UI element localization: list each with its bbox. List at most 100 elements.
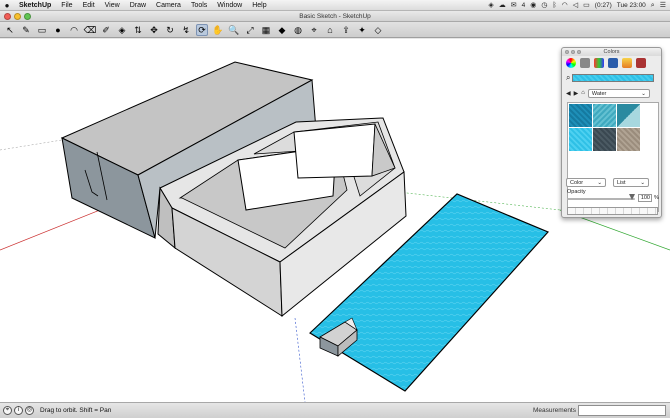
materials-icon[interactable] bbox=[636, 58, 646, 68]
apple-menu-icon[interactable]: ● bbox=[0, 1, 14, 10]
record-icon[interactable]: ◉ bbox=[530, 0, 536, 11]
window-titlebar: Basic Sketch - SketchUp bbox=[0, 11, 670, 22]
clock[interactable]: Tue 23:00 bbox=[617, 2, 646, 9]
material-tile[interactable] bbox=[617, 128, 640, 151]
status-hint: Drag to orbit. Shift = Pan bbox=[40, 407, 112, 414]
color-palettes-icon[interactable] bbox=[594, 58, 604, 68]
main-toolbar: ↖ ✎ ▭ ● ◠ ⌫ ✐ ◈ ⇅ ✥ ↻ ↯ ⟳ ✋ 🔍 ⤢ ▦ ◆ ◍ ⌖ ⌂ ⇪ ✦ ◇ bbox=[0, 22, 670, 38]
material-tile[interactable] bbox=[569, 104, 592, 127]
select-tool[interactable]: ↖ bbox=[4, 24, 16, 36]
menu-tools[interactable]: Tools bbox=[186, 0, 212, 11]
credits-icon[interactable]: i bbox=[14, 406, 23, 415]
window-title: Basic Sketch - SketchUp bbox=[299, 13, 371, 20]
panel-zoom-button[interactable] bbox=[577, 50, 581, 54]
material-tile[interactable] bbox=[593, 128, 616, 151]
pencil-tool[interactable]: ✎ bbox=[20, 24, 32, 36]
material-tile-selected[interactable] bbox=[569, 128, 592, 151]
battery-icon[interactable]: ▭ bbox=[583, 0, 590, 11]
user-icon[interactable]: ◎ bbox=[25, 406, 34, 415]
menu-edit[interactable]: Edit bbox=[78, 0, 100, 11]
opacity-field[interactable]: 100 bbox=[638, 194, 652, 202]
library-dropdown[interactable]: Water ⌄ bbox=[587, 88, 650, 98]
library-nav-row: ◀ ▶ ⌂ Water ⌄ bbox=[566, 88, 659, 98]
battery-time: (0:27) bbox=[594, 2, 612, 9]
time-machine-icon[interactable]: ◷ bbox=[541, 0, 547, 11]
wifi-icon[interactable]: ◠ bbox=[562, 0, 568, 11]
color-mode-tabs bbox=[562, 56, 661, 70]
menu-draw[interactable]: Draw bbox=[125, 0, 151, 11]
menu-file[interactable]: File bbox=[56, 0, 77, 11]
notification-center-icon[interactable]: ☰ bbox=[660, 0, 666, 11]
geo-location-icon[interactable]: ⌖ bbox=[3, 406, 12, 415]
dropbox-icon[interactable]: ◈ bbox=[488, 0, 493, 11]
panel-close-button[interactable] bbox=[565, 50, 569, 54]
zoom-tool[interactable]: 🔍 bbox=[228, 24, 240, 36]
circle-tool[interactable]: ● bbox=[52, 24, 64, 36]
panel-minimize-button[interactable] bbox=[571, 50, 575, 54]
close-button[interactable] bbox=[4, 13, 11, 20]
materials-tool[interactable]: ◍ bbox=[292, 24, 304, 36]
home-icon[interactable]: ⌂ bbox=[581, 90, 585, 96]
color-wheel-icon[interactable] bbox=[566, 58, 576, 68]
panel-title-text: Colors bbox=[603, 49, 620, 55]
zoom-extents-tool[interactable]: ⤢ bbox=[244, 24, 256, 36]
preview-tool[interactable]: ◇ bbox=[372, 24, 384, 36]
menu-view[interactable]: View bbox=[100, 0, 125, 11]
menu-bar: ● SketchUp File Edit View Draw Camera To… bbox=[0, 0, 670, 11]
volume-icon[interactable]: ◁ bbox=[573, 0, 578, 11]
rectangle-tool[interactable]: ▭ bbox=[36, 24, 48, 36]
tape-measure-tool[interactable]: ✐ bbox=[100, 24, 112, 36]
arc-tool[interactable]: ◠ bbox=[68, 24, 80, 36]
colors-panel-title: Colors bbox=[562, 48, 661, 56]
image-palettes-icon[interactable] bbox=[608, 58, 618, 68]
push-pull-tool[interactable]: ⇅ bbox=[132, 24, 144, 36]
pan-tool[interactable]: ✋ bbox=[212, 24, 224, 36]
extension-tool[interactable]: ✦ bbox=[356, 24, 368, 36]
rotate-tool[interactable]: ↻ bbox=[164, 24, 176, 36]
material-tile[interactable] bbox=[617, 104, 640, 127]
follow-me-tool[interactable]: ↯ bbox=[180, 24, 192, 36]
material-tile[interactable] bbox=[593, 104, 616, 127]
chevron-down-icon: ⌄ bbox=[641, 90, 646, 97]
view-mode-value: List bbox=[617, 180, 626, 186]
current-material-row: ⌕ bbox=[566, 73, 659, 83]
measurements-input[interactable] bbox=[578, 405, 666, 416]
swatch-tray[interactable] bbox=[567, 207, 658, 215]
paint-bucket-tool[interactable]: ◈ bbox=[116, 24, 128, 36]
orbit-tool[interactable]: ⟳ bbox=[196, 23, 208, 36]
opacity-slider-thumb[interactable] bbox=[629, 194, 635, 200]
color-sliders-icon[interactable] bbox=[580, 58, 590, 68]
forward-arrow-icon[interactable]: ▶ bbox=[574, 90, 579, 97]
section-plane-tool[interactable]: ▦ bbox=[260, 24, 272, 36]
chevron-down-icon: ⌄ bbox=[640, 180, 645, 186]
current-material-swatch bbox=[572, 74, 655, 82]
cloud-icon[interactable]: ☁ bbox=[499, 0, 506, 11]
menu-app[interactable]: SketchUp bbox=[14, 0, 56, 11]
menu-help[interactable]: Help bbox=[247, 0, 271, 11]
menu-window[interactable]: Window bbox=[212, 0, 247, 11]
crayons-icon[interactable] bbox=[622, 58, 632, 68]
status-bar: ⌖ i ◎ Drag to orbit. Shift = Pan Measure… bbox=[0, 402, 670, 418]
gmail-count: 4 bbox=[521, 2, 526, 9]
back-arrow-icon[interactable]: ◀ bbox=[566, 90, 571, 97]
color-mode-dropdown[interactable]: Color ⌄ bbox=[566, 178, 606, 187]
opacity-label: Opacity bbox=[567, 189, 586, 195]
view-mode-dropdown[interactable]: List ⌄ bbox=[613, 178, 649, 187]
panel-bottom-row: Color ⌄ List ⌄ bbox=[566, 178, 659, 187]
move-tool[interactable]: ✥ bbox=[148, 24, 160, 36]
measurements-label: Measurements bbox=[533, 407, 576, 414]
spotlight-icon[interactable]: ⌕ bbox=[651, 0, 655, 11]
opacity-slider[interactable] bbox=[567, 198, 635, 200]
warehouse-tool[interactable]: ⌂ bbox=[324, 24, 336, 36]
zoom-button[interactable] bbox=[24, 13, 31, 20]
sample-paint-icon[interactable]: ⌕ bbox=[566, 73, 570, 83]
blue-axis bbox=[294, 317, 306, 402]
components-tool[interactable]: ◆ bbox=[276, 24, 288, 36]
share-model-tool[interactable]: ⇪ bbox=[340, 24, 352, 36]
bluetooth-icon[interactable]: ᛒ bbox=[552, 0, 556, 11]
menu-camera[interactable]: Camera bbox=[151, 0, 186, 11]
gmail-icon[interactable]: ✉ bbox=[511, 0, 517, 11]
eraser-tool[interactable]: ⌫ bbox=[84, 24, 97, 36]
minimize-button[interactable] bbox=[14, 13, 21, 20]
add-location-tool[interactable]: ⌖ bbox=[308, 24, 320, 36]
